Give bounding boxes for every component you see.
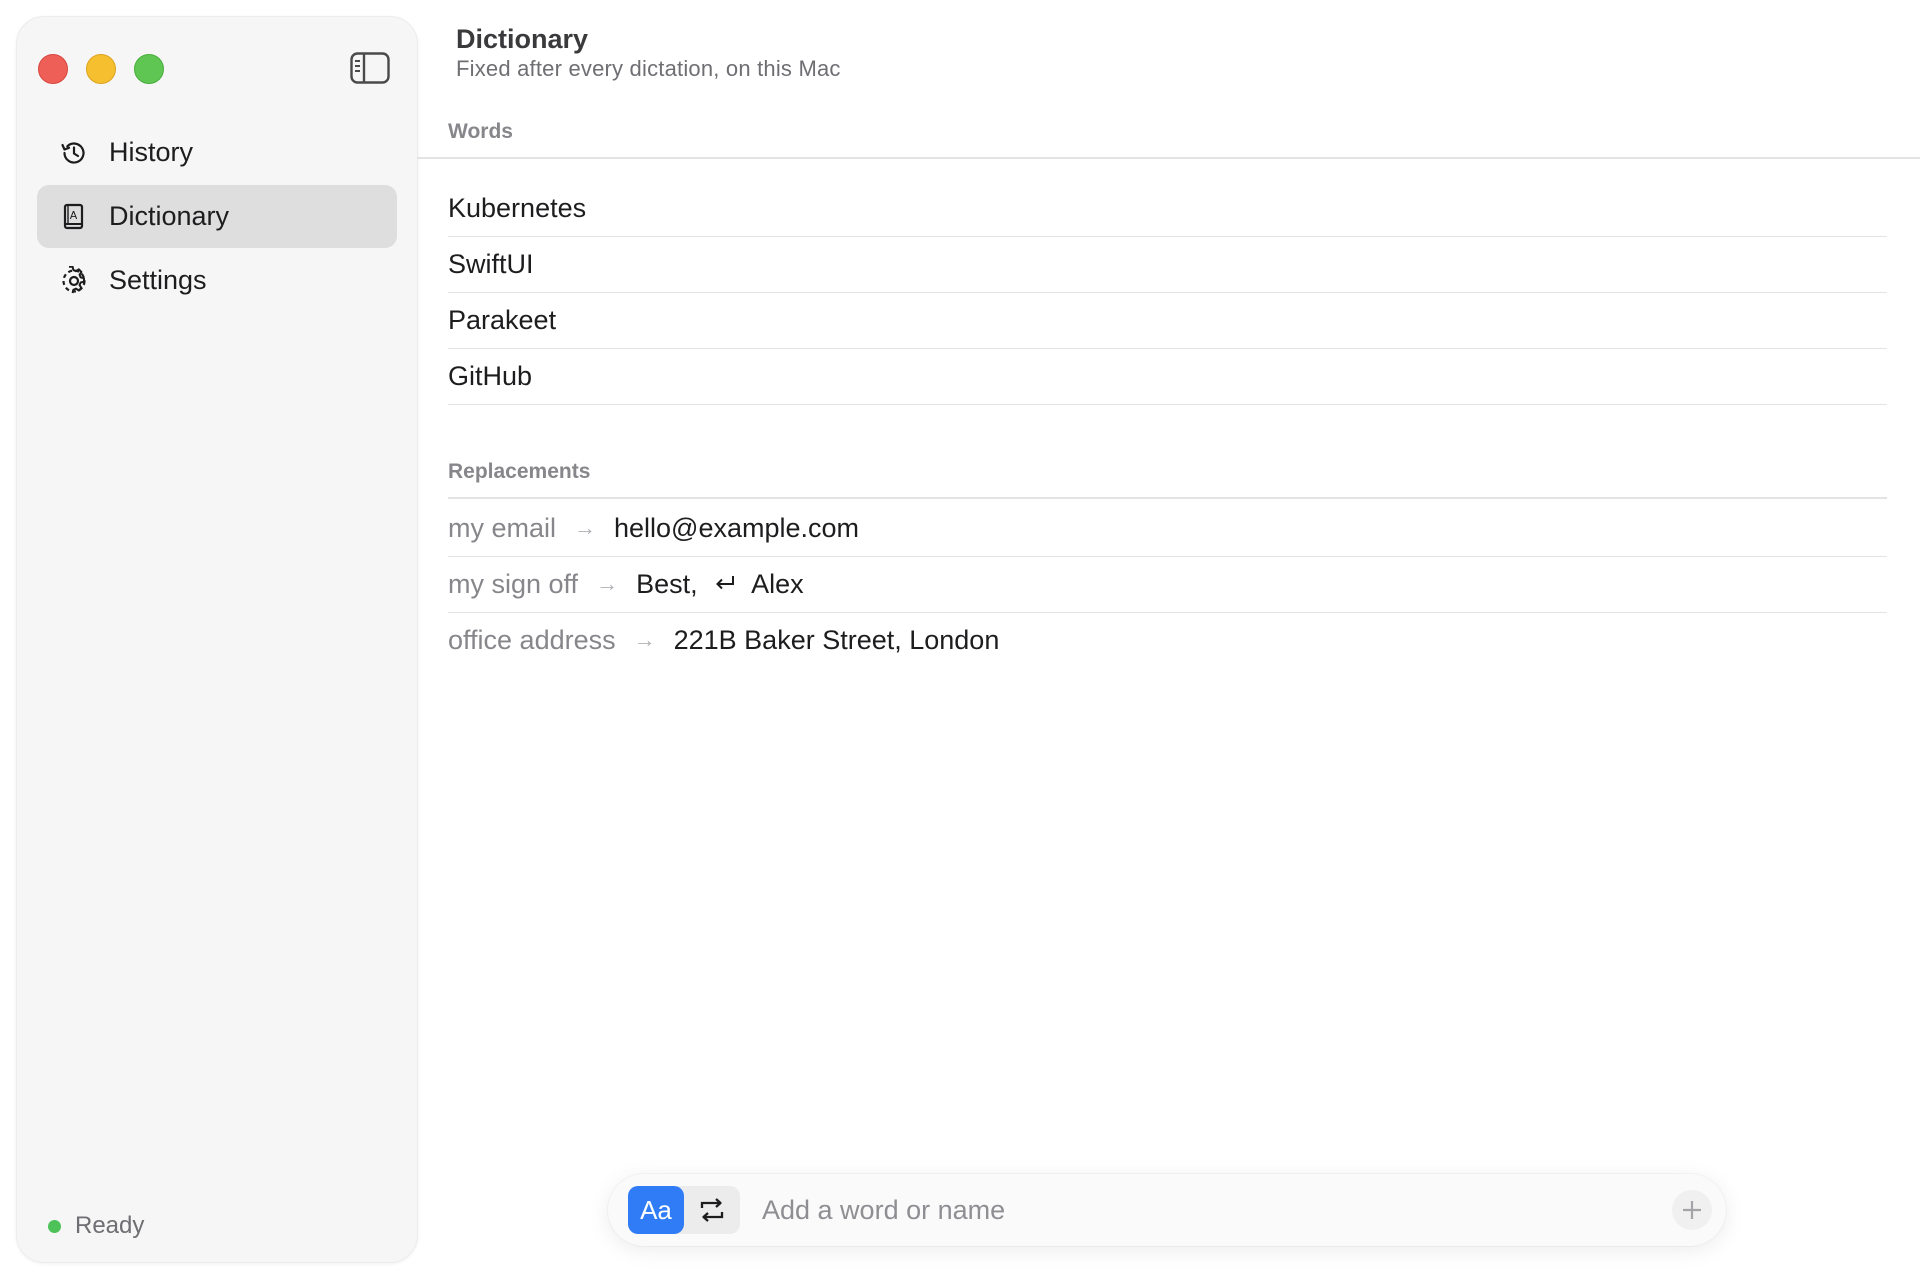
close-window-button[interactable]	[38, 54, 68, 84]
words-heading: Words	[448, 120, 513, 143]
arrow-right-icon: →	[574, 515, 597, 540]
words-divider	[417, 157, 1920, 159]
list-item[interactable]: Parakeet	[448, 292, 1887, 349]
main-content: Dictionary Fixed after every dictation, …	[417, 0, 1920, 1280]
word-text: SwiftUI	[448, 248, 534, 279]
gear-icon	[59, 265, 89, 296]
replacement-to: Best, Alex	[636, 569, 804, 600]
swap-arrows-icon	[700, 1198, 724, 1222]
page-title: Dictionary	[456, 24, 589, 54]
sidebar-item-settings[interactable]: Settings	[37, 249, 397, 312]
window-controls	[38, 54, 164, 84]
sidebar-nav: History A Dictionary Settings	[37, 121, 397, 313]
replacement-from: office address	[448, 624, 616, 655]
history-icon	[59, 138, 89, 168]
replacement-to-part: Alex	[751, 568, 804, 599]
replacement-to: 221B Baker Street, London	[673, 624, 1000, 655]
arrow-right-icon: →	[633, 627, 656, 652]
status-dot	[48, 1219, 61, 1233]
list-item[interactable]: GitHub	[448, 348, 1887, 405]
status-label: Ready	[75, 1212, 145, 1239]
replacements-divider	[448, 497, 1887, 499]
replacement-mode-button[interactable]	[684, 1186, 740, 1234]
add-button[interactable]	[1672, 1190, 1712, 1230]
sidebar-toggle-button[interactable]	[349, 51, 391, 85]
replacement-to-part: Best,	[636, 568, 698, 599]
replacement-row[interactable]: office address → 221B Baker Street, Lond…	[448, 612, 1887, 668]
svg-text:A: A	[70, 209, 78, 222]
minimize-window-button[interactable]	[86, 54, 116, 84]
zoom-window-button[interactable]	[134, 54, 164, 84]
entry-mode-toggle: Aa	[628, 1186, 740, 1234]
dictionary-book-icon: A	[59, 202, 89, 232]
replacement-from: my email	[448, 512, 557, 543]
page-subtitle: Fixed after every dictation, on this Mac	[456, 56, 841, 81]
status-indicator: Ready	[48, 1212, 144, 1240]
return-icon	[713, 569, 737, 600]
replacements-heading: Replacements	[448, 460, 591, 483]
sidebar-toggle-icon	[350, 52, 390, 84]
sidebar-item-label: Dictionary	[109, 201, 230, 231]
word-text: Kubernetes	[448, 192, 587, 223]
sidebar-item-history[interactable]: History	[37, 121, 397, 184]
word-text: GitHub	[448, 360, 533, 391]
sidebar: History A Dictionary Settings Ready	[16, 16, 418, 1263]
replacement-row[interactable]: my email → hello@example.com	[448, 500, 1887, 557]
sidebar-item-label: History	[109, 137, 194, 167]
arrow-right-icon: →	[596, 571, 619, 596]
replacement-row[interactable]: my sign off → Best, Alex	[448, 556, 1887, 613]
sidebar-item-dictionary[interactable]: A Dictionary	[37, 185, 397, 248]
replacement-from: my sign off	[448, 568, 579, 599]
word-mode-button[interactable]: Aa	[628, 1186, 684, 1234]
replacement-to: hello@example.com	[614, 512, 860, 543]
word-text: Parakeet	[448, 304, 557, 335]
list-item[interactable]: Kubernetes	[448, 180, 1887, 237]
list-item[interactable]: SwiftUI	[448, 236, 1887, 293]
add-entry-bar: Aa	[608, 1174, 1726, 1246]
sidebar-item-label: Settings	[109, 265, 207, 295]
add-word-input[interactable]	[760, 1193, 1672, 1227]
plus-icon	[1683, 1201, 1701, 1219]
